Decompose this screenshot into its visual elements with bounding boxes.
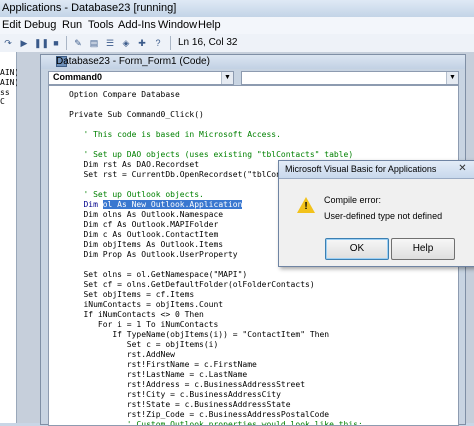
break-icon[interactable]: ❚❚ <box>34 37 49 49</box>
design-mode-icon[interactable]: ✎ <box>72 37 84 49</box>
dialog-message: Compile error: <box>324 195 382 205</box>
toolbar: ↷ ▶ ❚❚ ■ ✎ ▤ ☰ ◈ ✚ ? Ln 16, Col 32 <box>0 34 474 53</box>
menu-tools[interactable]: Tools <box>88 19 114 31</box>
warning-icon: ! <box>304 201 308 212</box>
project-pane-text: ss C <box>0 88 10 106</box>
code-line[interactable]: ' Set up Outlook objects. <box>69 190 203 200</box>
toolbox-icon[interactable]: ✚ <box>136 37 148 49</box>
dialog-title-bar: Microsoft Visual Basic for Applications … <box>279 161 474 179</box>
code-line[interactable]: For i = 1 To iNumContacts <box>69 320 218 330</box>
menu-window[interactable]: Window <box>158 19 197 31</box>
window-title: Applications - Database23 [running] <box>2 2 177 14</box>
dialog-title: Microsoft Visual Basic for Applications <box>285 164 437 174</box>
toolbar-separator <box>170 36 171 50</box>
code-line[interactable]: rst!Address = c.BusinessAddressStreet <box>69 380 305 390</box>
code-line[interactable]: Set cf = olns.GetDefaultFolder(olFolderC… <box>69 280 314 290</box>
code-line[interactable]: rst!FirstName = c.FirstName <box>69 360 257 370</box>
code-line[interactable]: Dim rst As DAO.Recordset <box>69 160 199 170</box>
code-line[interactable]: rst!Zip_Code = c.BusinessAddressPostalCo… <box>69 410 329 420</box>
code-line[interactable]: Private Sub Command0_Click() <box>69 110 204 120</box>
code-line[interactable]: rst!City = c.BusinessAddressCity <box>69 390 281 400</box>
object-combo[interactable]: Command0 ▼ <box>48 71 234 85</box>
project-explorer-icon[interactable]: ▤ <box>88 37 100 49</box>
cursor-position: Ln 16, Col 32 <box>178 37 238 48</box>
code-window-title-bar: Database23 - Form_Form1 (Code) <box>41 55 465 69</box>
app-title-bar: Applications - Database23 [running] <box>0 0 474 17</box>
code-window-title: Database23 - Form_Form1 (Code) <box>56 56 210 67</box>
object-combo-value: Command0 <box>53 72 103 82</box>
code-line[interactable]: Dim cf As Outlook.MAPIFolder <box>69 220 218 230</box>
procedure-combo[interactable]: ▼ <box>241 71 459 85</box>
code-line[interactable]: Dim c As Outlook.ContactItem <box>69 230 218 240</box>
project-pane: AIN) AIN) ss C <box>0 52 19 423</box>
close-icon[interactable]: ✕ <box>455 163 470 175</box>
code-line[interactable]: ' This code is based in Microsoft Access… <box>69 130 280 140</box>
ok-button[interactable]: OK <box>325 238 389 260</box>
compile-error-dialog: Microsoft Visual Basic for Applications … <box>278 160 474 267</box>
code-line[interactable]: Dim olns As Outlook.Namespace <box>69 210 223 220</box>
code-line[interactable]: Dim Prop As Outlook.UserProperty <box>69 250 237 260</box>
object-browser-icon[interactable]: ◈ <box>120 37 132 49</box>
code-line[interactable]: rst.AddNew <box>69 350 175 360</box>
code-line[interactable]: ' Custom Outlook properties would look l… <box>69 420 363 425</box>
menu-add-ins[interactable]: Add-Ins <box>118 19 156 31</box>
redo-icon[interactable]: ↷ <box>2 37 14 49</box>
code-line[interactable]: iNumContacts = objItems.Count <box>69 300 223 310</box>
chevron-down-icon[interactable]: ▼ <box>221 72 233 84</box>
code-line[interactable]: Set objItems = cf.Items <box>69 290 194 300</box>
menu-edit[interactable]: Edit <box>2 19 21 31</box>
code-line[interactable]: If iNumContacts <> 0 Then <box>69 310 203 320</box>
code-line[interactable]: rst!State = c.BusinessAddressState <box>69 400 291 410</box>
help-button[interactable]: Help <box>391 238 455 260</box>
code-line[interactable]: Dim ol As New Outlook.Application <box>69 200 243 210</box>
chevron-down-icon[interactable]: ▼ <box>446 72 458 84</box>
help-icon[interactable]: ? <box>152 37 164 49</box>
run-icon[interactable]: ▶ <box>18 37 30 49</box>
code-line[interactable]: Set olns = ol.GetNamespace("MAPI") <box>69 270 247 280</box>
menu-run[interactable]: Run <box>62 19 82 31</box>
code-line[interactable]: If TypeName(objItems(i)) = "ContactItem"… <box>69 330 329 340</box>
selected-code: ol As New Outlook.Application <box>102 200 243 209</box>
code-line[interactable]: Option Compare Database <box>69 90 180 100</box>
code-line[interactable]: ' Set up DAO objects (uses existing "tbl… <box>69 150 353 160</box>
toolbar-separator <box>66 36 67 50</box>
menu-debug[interactable]: Debug <box>24 19 56 31</box>
dialog-message: User-defined type not defined <box>324 211 443 221</box>
menu-help[interactable]: Help <box>198 19 221 31</box>
code-line[interactable]: Set c = objItems(i) <box>69 340 219 350</box>
code-text: Dim <box>69 200 103 209</box>
properties-icon[interactable]: ☰ <box>104 37 116 49</box>
menu-bar: Edit Debug Run Tools Add-Ins Window Help <box>0 17 474 35</box>
code-line[interactable]: rst!LastName = c.LastName <box>69 370 247 380</box>
code-line[interactable]: Dim objItems As Outlook.Items <box>69 240 223 250</box>
reset-icon[interactable]: ■ <box>50 37 62 49</box>
